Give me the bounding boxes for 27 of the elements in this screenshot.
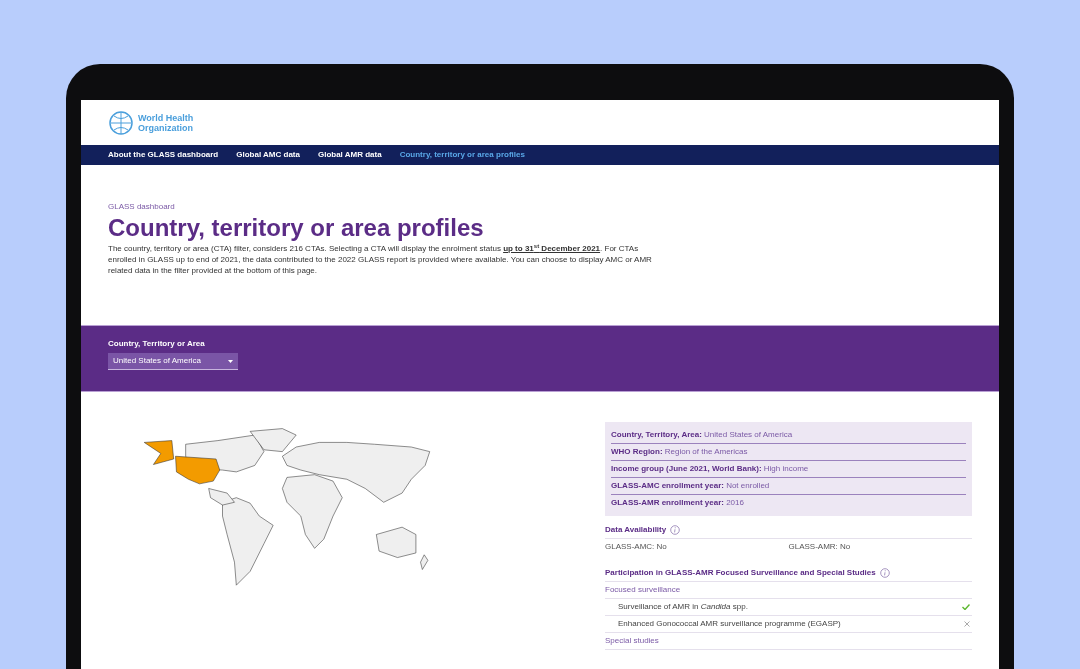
intro-paragraph: The country, territory or area (CTA) filter, considers 216 CTAs. Selecting a CTA will display the enrolment status up to 31$^{st}$ December 2021. For CTAs enrolled in GLASS up to end of 2021, the data contributed to the 2022 GLASS report is provided where available. You can choose to display AMC or AMR related data in the filter provided at the bottom of this page. (108, 243, 653, 276)
nav-link[interactable]: Global AMR data (317, 149, 382, 161)
breadcrumb[interactable]: GLASS dashboard (108, 201, 999, 213)
availability-text: GLASS-AMR: No (788, 541, 852, 553)
nav-link[interactable]: About the GLASS dashboard (108, 149, 219, 161)
profile-row: GLASS-AMC enrollment year: Not enrolled (611, 478, 966, 495)
profile-row: WHO Region: Region of the Americas (611, 444, 966, 461)
availability-text: GLASS-AMC: No (605, 541, 668, 553)
page-title: Country, territory or area profiles (108, 213, 485, 243)
nav-link[interactable]: Country, territory or area profiles (399, 149, 525, 161)
profile-row: Income group (June 2021, World Bank): High income (611, 461, 966, 478)
section-title: Participation in GLASS-AMR Focused Surveillance and Special Studies (605, 567, 876, 579)
group-title: Special studies (605, 633, 972, 650)
profile-row: Country, Territory, Area: United States of America (611, 427, 966, 444)
study-text: Enhanced Gonococcal AMR surveillance programme (EGASP) (618, 618, 841, 630)
info-icon[interactable] (670, 525, 681, 535)
info-icon[interactable] (879, 568, 890, 578)
profile-row-text: GLASS-AMR enrollment year: 2016 (611, 497, 745, 509)
globe-logo-icon (108, 109, 134, 136)
logo-text: World Health Organization (138, 112, 194, 133)
nav-link[interactable]: Global AMC data (236, 149, 300, 161)
section-title: Data Availability (605, 524, 667, 536)
filter-label: Country, Territory or Area (108, 338, 206, 350)
study-text: Surveillance of AMR in Candida spp. (618, 601, 748, 613)
group-title: Focused surveillance (605, 582, 972, 599)
caret-icon (228, 359, 233, 363)
country-select[interactable]: United States of America (108, 353, 238, 370)
